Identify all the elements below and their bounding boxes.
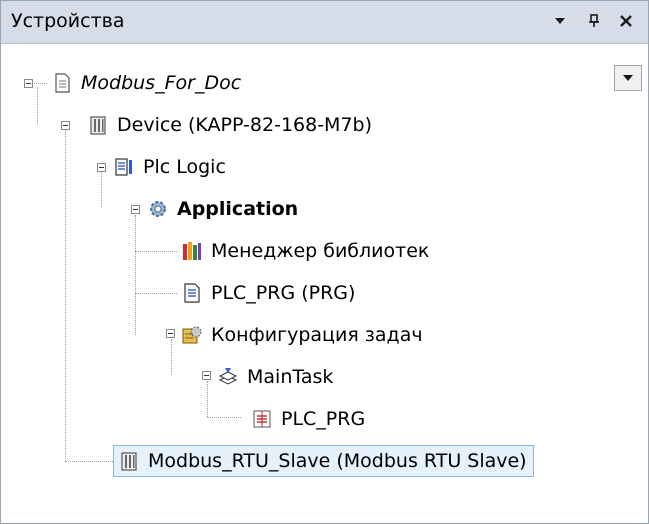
tree-node-label: Менеджер библиотек <box>211 240 430 262</box>
plc-logic-icon <box>113 156 135 178</box>
pou-icon <box>181 282 203 304</box>
collapse-toggle[interactable] <box>166 329 175 338</box>
tree-node-label: Plc Logic <box>143 156 226 178</box>
tree-node-device[interactable]: Device (KAPP-82-168-M7b) <box>87 109 372 141</box>
collapse-toggle[interactable] <box>97 163 106 172</box>
tree-node-plc-prg-pou[interactable]: PLC_PRG (PRG) <box>181 277 355 309</box>
device-tree: Modbus_For_Doc Device (KAPP-82-168-M7b) <box>1 43 648 523</box>
tree-node-modbus-rtu-slave[interactable]: Modbus_RTU_Slave (Modbus RTU Slave) <box>113 445 534 477</box>
tree-node-label: Modbus_For_Doc <box>81 72 242 94</box>
collapse-toggle[interactable] <box>61 121 70 130</box>
collapse-toggle[interactable] <box>202 371 211 380</box>
tree-node-label: PLC_PRG (PRG) <box>211 282 356 304</box>
tree-node-label: Конфигурация задач <box>211 324 423 346</box>
panel-titlebar: Устройства <box>1 1 648 44</box>
tree-node-label: Device (KAPP-82-168-M7b) <box>117 114 373 136</box>
device-icon <box>118 450 140 472</box>
tree-node-label: PLC_PRG <box>281 408 366 430</box>
tree-node-application[interactable]: Application <box>147 193 298 225</box>
task-config-icon <box>181 324 203 346</box>
collapse-toggle[interactable] <box>131 205 140 214</box>
tree-node-label: Application <box>177 198 299 220</box>
library-manager-icon <box>181 240 203 262</box>
collapse-toggle[interactable] <box>24 79 33 88</box>
close-icon[interactable] <box>615 9 637 33</box>
dropdown-icon[interactable] <box>549 9 571 33</box>
task-icon <box>217 366 239 388</box>
device-icon <box>87 114 109 136</box>
tree-node-plc-logic[interactable]: Plc Logic <box>113 151 226 183</box>
tree-node-main-task[interactable]: MainTask <box>217 361 333 393</box>
tree-node-library-manager[interactable]: Менеджер библиотек <box>181 235 429 267</box>
tree-node-project[interactable]: Modbus_For_Doc <box>51 67 241 99</box>
tree-node-task-config[interactable]: Конфигурация задач <box>181 319 423 351</box>
tree-node-label: MainTask <box>247 366 334 388</box>
application-gear-icon <box>147 198 169 220</box>
program-call-icon <box>251 408 273 430</box>
project-icon <box>51 72 73 94</box>
pin-icon[interactable] <box>583 9 605 33</box>
tree-node-label: Modbus_RTU_Slave (Modbus RTU Slave) <box>148 450 527 472</box>
devices-panel: Устройства Modbus_For_Doc Device (KAPP-8… <box>0 0 649 524</box>
tree-node-plc-prg-call[interactable]: PLC_PRG <box>251 403 365 435</box>
panel-title: Устройства <box>11 10 125 32</box>
